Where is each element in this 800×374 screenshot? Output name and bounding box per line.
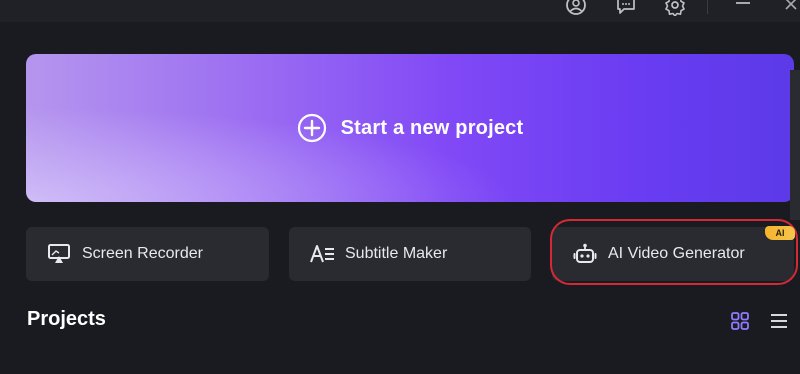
close-icon[interactable] xyxy=(782,0,800,15)
screen-recorder-icon xyxy=(46,241,72,267)
projects-heading: Projects xyxy=(27,308,106,330)
plus-circle-icon xyxy=(297,113,327,143)
ai-badge: AI xyxy=(765,226,795,240)
minimize-icon[interactable] xyxy=(736,2,750,4)
title-bar xyxy=(0,0,800,22)
side-panel-edge xyxy=(790,70,800,220)
start-new-project-label: Start a new project xyxy=(340,116,524,139)
titlebar-divider xyxy=(707,0,708,14)
list-view-icon[interactable] xyxy=(768,310,790,332)
start-new-project-button[interactable]: Start a new project xyxy=(26,54,794,202)
subtitle-maker-label: Subtitle Maker xyxy=(345,245,448,262)
settings-icon[interactable] xyxy=(662,0,688,16)
subtitle-icon xyxy=(309,241,335,267)
screen-recorder-button[interactable]: Screen Recorder xyxy=(26,227,269,281)
screen-recorder-label: Screen Recorder xyxy=(82,245,203,262)
subtitle-maker-button[interactable]: Subtitle Maker xyxy=(289,227,531,281)
app-window: Start a new project Screen Recorder Subt… xyxy=(0,0,800,374)
grid-view-icon[interactable] xyxy=(729,310,751,332)
highlight-outline xyxy=(550,219,798,285)
account-icon[interactable] xyxy=(563,0,589,16)
feedback-icon[interactable] xyxy=(613,0,639,16)
